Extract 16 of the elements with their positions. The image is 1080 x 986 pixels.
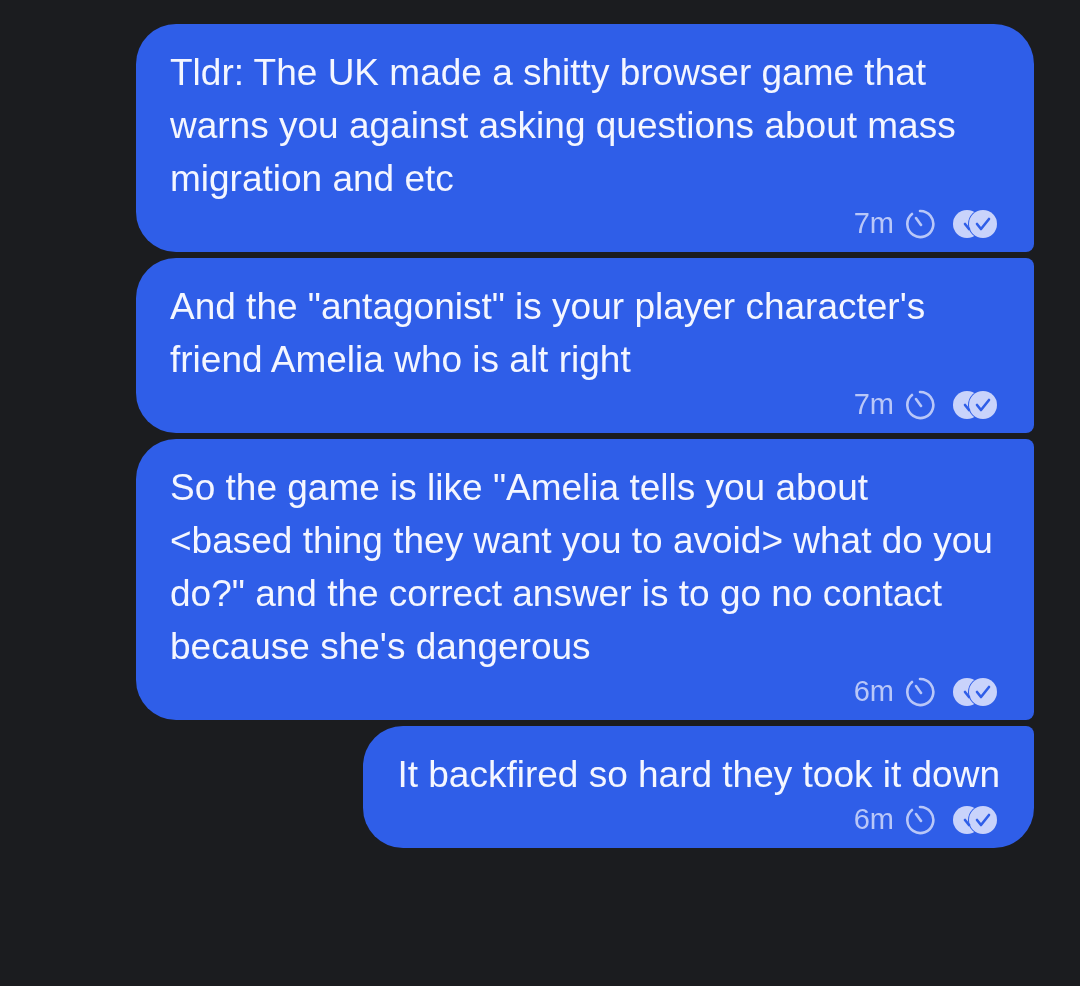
timer-icon xyxy=(904,803,936,836)
message-time: 7m xyxy=(853,388,894,421)
message-text: And the "antagonist" is your player character's friend Amelia who is alt right xyxy=(170,285,927,382)
timer-icon xyxy=(904,207,936,240)
read-receipt-icon xyxy=(952,388,1000,421)
read-receipt-icon xyxy=(952,675,1000,708)
timer-icon xyxy=(904,675,936,708)
read-receipt-icon xyxy=(952,207,1000,240)
timer-icon xyxy=(904,388,936,421)
message-time: 7m xyxy=(853,207,894,240)
read-receipt-icon xyxy=(952,803,1000,836)
message-text: It backfired so hard they took it down xyxy=(397,753,1000,797)
message-time: 6m xyxy=(853,803,894,836)
message-text: So the game is like "Amelia tells you about <based thing they want you to avoid> what do you do?" and the correct answer is to go no contact because she's dangerous xyxy=(170,466,994,669)
message-text: Tldr: The UK made a shitty browser game that warns you against asking questions about mass migration and etc xyxy=(170,51,957,201)
message-time: 6m xyxy=(853,675,894,708)
